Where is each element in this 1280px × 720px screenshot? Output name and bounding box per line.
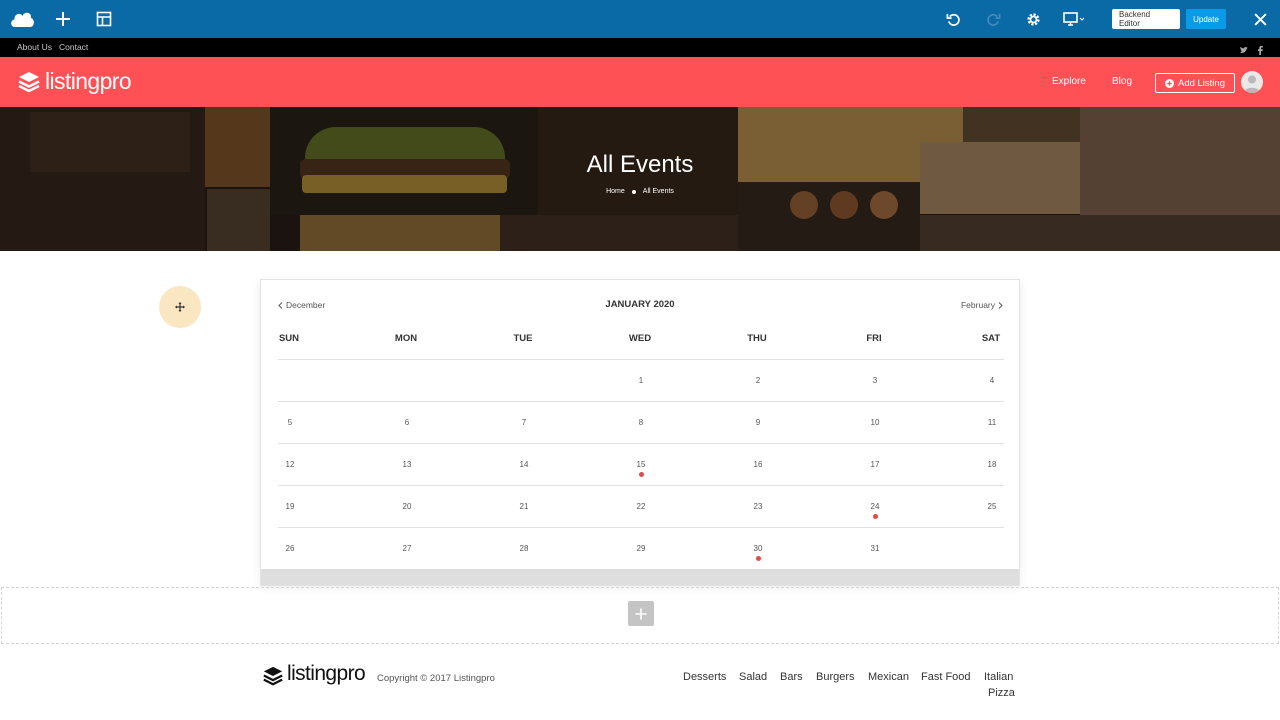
- breadcrumb-separator: [631, 189, 636, 194]
- page-title: All Events: [586, 151, 694, 178]
- backend-editor-button[interactable]: Backend Editor: [1112, 9, 1180, 29]
- chevron-right-icon: [998, 301, 1003, 309]
- calendar-day[interactable]: 7: [504, 418, 544, 427]
- week-divider: [278, 527, 1004, 528]
- week-divider: [278, 485, 1004, 486]
- calendar-day[interactable]: 16: [738, 460, 778, 469]
- calendar-day[interactable]: 19: [270, 502, 310, 511]
- calendar-day[interactable]: 27: [387, 544, 427, 553]
- footer-layers-logo-icon[interactable]: [262, 665, 284, 692]
- calendar-day[interactable]: 22: [621, 502, 661, 511]
- hero-banner: All Events Home All Events: [0, 107, 1280, 251]
- calendar-day[interactable]: 1: [621, 376, 661, 385]
- calendar-day[interactable]: 2: [738, 376, 778, 385]
- redo-icon[interactable]: [983, 0, 1003, 38]
- weekday-sun: SUN: [278, 333, 300, 344]
- responsive-view-icon[interactable]: [1062, 0, 1088, 38]
- cloud-logo-icon[interactable]: [8, 0, 36, 38]
- site-header: listingpro Explore Blog Add Listing: [0, 57, 1280, 107]
- footer-link-mexican[interactable]: Mexican: [868, 671, 909, 683]
- event-indicator-dot[interactable]: [872, 514, 878, 519]
- calendar-day[interactable]: 11: [972, 418, 1012, 427]
- add-element-icon[interactable]: [53, 0, 73, 38]
- calendar-footer-bar: [261, 569, 1019, 585]
- weekday-tue: TUE: [513, 333, 533, 344]
- calendar-day[interactable]: 9: [738, 418, 778, 427]
- footer-link-desserts[interactable]: Desserts: [683, 671, 726, 683]
- breadcrumb-home[interactable]: Home: [606, 188, 625, 195]
- calendar-day[interactable]: 26: [270, 544, 310, 553]
- editor-toolbar: Backend Editor Update: [0, 0, 1280, 38]
- calendar-day[interactable]: 4: [972, 376, 1012, 385]
- footer-link-bars[interactable]: Bars: [780, 671, 803, 683]
- calendar-day[interactable]: 5: [270, 418, 310, 427]
- contact-link[interactable]: Contact: [59, 38, 88, 57]
- about-us-link[interactable]: About Us: [17, 38, 52, 57]
- user-avatar[interactable]: [1241, 71, 1263, 93]
- calendar-day[interactable]: 3: [855, 376, 895, 385]
- calendar-day[interactable]: 28: [504, 544, 544, 553]
- top-bar: About Us Contact: [0, 38, 1280, 57]
- breadcrumb-current: All Events: [642, 188, 674, 195]
- calendar-day[interactable]: 18: [972, 460, 1012, 469]
- weekday-fri: FRI: [866, 333, 882, 344]
- nav-blog[interactable]: Blog: [1112, 76, 1132, 87]
- footer-link-burgers[interactable]: Burgers: [816, 671, 855, 683]
- weekday-thu: THU: [747, 333, 767, 344]
- footer-link-fast-food[interactable]: Fast Food: [921, 671, 971, 683]
- week-divider: [278, 443, 1004, 444]
- footer-link-salad[interactable]: Salad: [739, 671, 767, 683]
- calendar-day[interactable]: 14: [504, 460, 544, 469]
- add-row-button[interactable]: [628, 601, 654, 626]
- calendar-day[interactable]: 13: [387, 460, 427, 469]
- calendar-month-title: JANUARY 2020: [605, 299, 675, 310]
- plus-icon: [635, 608, 647, 620]
- drag-handle-move-icon[interactable]: [159, 286, 201, 328]
- calendar-day[interactable]: 24: [855, 502, 895, 511]
- calendar-day[interactable]: 6: [387, 418, 427, 427]
- empty-row-placeholder: [1, 587, 1279, 644]
- calendar-day[interactable]: 21: [504, 502, 544, 511]
- breadcrumb: Home All Events: [0, 188, 1280, 195]
- calendar-day[interactable]: 30: [738, 544, 778, 553]
- add-listing-button[interactable]: Add Listing: [1155, 73, 1235, 93]
- event-indicator-dot[interactable]: [755, 556, 761, 561]
- footer-link-pizza[interactable]: Pizza: [988, 687, 1015, 699]
- weekday-wed: WED: [628, 333, 652, 344]
- weekday-sat: SAT: [981, 333, 1001, 344]
- update-button[interactable]: Update: [1186, 9, 1226, 29]
- next-month-label: February: [960, 300, 995, 310]
- calendar-day[interactable]: 20: [387, 502, 427, 511]
- site-logo-text[interactable]: listingpro: [45, 68, 132, 95]
- weekday-mon: MON: [394, 333, 418, 344]
- undo-icon[interactable]: [943, 0, 963, 38]
- calendar-day[interactable]: 15: [621, 460, 661, 469]
- calendar-day[interactable]: 29: [621, 544, 661, 553]
- calendar-day[interactable]: 17: [855, 460, 895, 469]
- footer-logo-text[interactable]: listingpro: [287, 662, 366, 686]
- event-indicator-dot[interactable]: [638, 472, 644, 477]
- footer-link-italian[interactable]: Italian: [984, 671, 1013, 683]
- settings-gear-icon[interactable]: [1023, 0, 1043, 38]
- calendar-day[interactable]: 25: [972, 502, 1012, 511]
- calendar-day[interactable]: 23: [738, 502, 778, 511]
- plus-circle-icon: [1164, 78, 1174, 88]
- week-divider: [278, 401, 1004, 402]
- close-icon[interactable]: [1250, 0, 1270, 38]
- layers-logo-icon[interactable]: [17, 70, 41, 99]
- calendar-day[interactable]: 8: [621, 418, 661, 427]
- footer-copyright: Copyright © 2017 Listingpro: [377, 673, 495, 684]
- add-listing-label: Add Listing: [1177, 77, 1225, 89]
- next-month-link[interactable]: February: [961, 300, 1003, 310]
- events-calendar: December JANUARY 2020 February SUN MON T…: [260, 279, 1020, 586]
- layout-template-icon[interactable]: [94, 0, 114, 38]
- calendar-day[interactable]: 10: [855, 418, 895, 427]
- nav-explore[interactable]: Explore: [1052, 76, 1086, 87]
- calendar-day[interactable]: 12: [270, 460, 310, 469]
- calendar-day[interactable]: 31: [855, 544, 895, 553]
- week-divider: [278, 359, 1004, 360]
